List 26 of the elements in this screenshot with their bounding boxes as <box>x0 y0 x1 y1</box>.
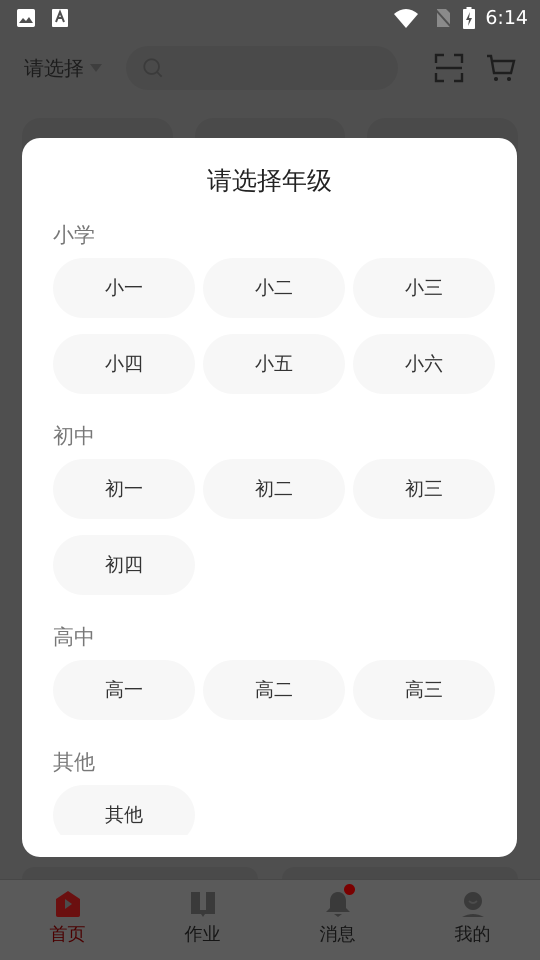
grade-option[interactable]: 其他 <box>53 785 195 835</box>
grade-option[interactable]: 小二 <box>203 258 345 318</box>
battery-icon <box>463 7 476 29</box>
image-icon <box>16 8 36 28</box>
dialog-title: 请选择年级 <box>206 165 333 197</box>
section-label: 其他 <box>53 750 96 774</box>
section-label: 高中 <box>53 625 96 649</box>
grade-option[interactable]: 小五 <box>203 334 345 394</box>
scan-icon[interactable] <box>434 53 464 83</box>
grade-option[interactable]: 高一 <box>53 660 195 720</box>
grade-option[interactable]: 小一 <box>53 258 195 318</box>
grade-option[interactable]: 初一 <box>53 459 195 519</box>
cart-icon[interactable] <box>486 53 516 83</box>
grade-option[interactable]: 初三 <box>353 459 495 519</box>
grade-option[interactable]: 高三 <box>353 660 495 720</box>
grade-option[interactable]: 小六 <box>353 334 495 394</box>
section-label: 小学 <box>53 223 96 247</box>
grade-option[interactable]: 初二 <box>203 459 345 519</box>
grade-option[interactable]: 小四 <box>53 334 195 394</box>
font-icon <box>50 8 70 28</box>
status-time: 6:14 <box>485 7 528 29</box>
wifi-icon <box>393 8 420 28</box>
grade-option[interactable]: 初四 <box>53 535 195 595</box>
section-label: 初中 <box>53 424 96 448</box>
grade-option[interactable]: 小三 <box>353 258 495 318</box>
grade-option[interactable]: 高二 <box>203 660 345 720</box>
